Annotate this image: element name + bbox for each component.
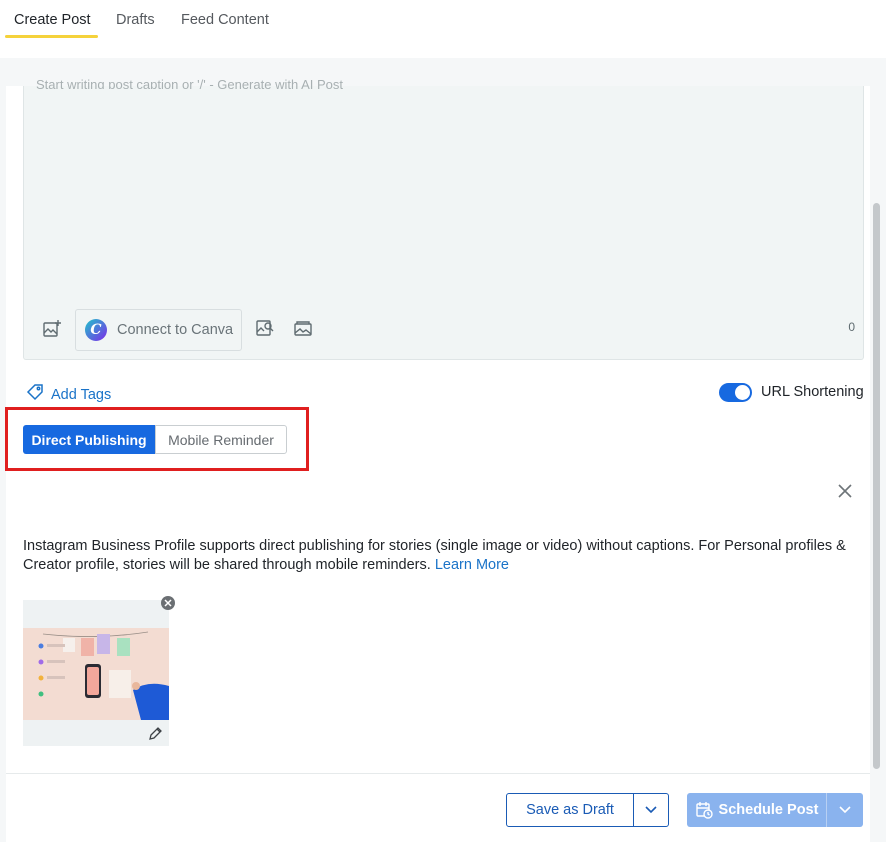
media-preview-image <box>23 628 169 720</box>
learn-more-link[interactable]: Learn More <box>435 557 509 573</box>
schedule-post-button[interactable]: Schedule Post <box>687 793 826 827</box>
chevron-down-icon <box>645 806 657 814</box>
close-icon <box>164 599 172 607</box>
character-count: 0 <box>848 320 855 334</box>
url-shortening-toggle[interactable] <box>719 383 752 402</box>
url-shortening-label: URL Shortening <box>761 384 864 400</box>
edit-media-icon[interactable] <box>148 726 163 741</box>
chevron-down-icon <box>839 806 851 814</box>
editor-placeholder: Start writing post caption or '/' - Gene… <box>36 77 343 89</box>
direct-publishing-button[interactable]: Direct Publishing <box>23 425 155 454</box>
add-tags-label: Add Tags <box>51 386 112 403</box>
caption-editor[interactable]: Start writing post caption or '/' - Gene… <box>23 77 864 360</box>
footer-divider <box>6 773 870 774</box>
connect-canva-button[interactable]: C Connect to Canva <box>75 309 242 351</box>
media-library-icon[interactable] <box>293 318 313 338</box>
tag-icon <box>25 382 45 407</box>
media-thumbnail[interactable] <box>23 600 169 746</box>
story-publishing-info: Instagram Business Profile supports dire… <box>23 537 868 574</box>
schedule-post-label: Schedule Post <box>718 802 819 818</box>
tab-feed-content[interactable]: Feed Content <box>181 12 269 28</box>
canva-logo-icon: C <box>85 319 107 341</box>
save-as-draft-button[interactable]: Save as Draft <box>506 793 634 827</box>
canva-button-label: Connect to Canva <box>117 322 234 338</box>
active-tab-indicator <box>5 35 98 38</box>
close-icon[interactable] <box>836 482 854 500</box>
tab-create-post[interactable]: Create Post <box>14 12 91 28</box>
tab-drafts[interactable]: Drafts <box>116 12 155 28</box>
tab-bar: Create Post Drafts Feed Content <box>0 0 886 58</box>
scrollbar-thumb[interactable] <box>873 203 880 769</box>
calendar-clock-icon <box>695 801 713 819</box>
save-draft-options-button[interactable] <box>633 793 669 827</box>
mobile-reminder-button[interactable]: Mobile Reminder <box>155 425 287 454</box>
remove-media-button[interactable] <box>161 596 175 610</box>
toggle-knob <box>735 385 750 400</box>
add-image-icon[interactable] <box>42 319 62 339</box>
image-search-icon[interactable] <box>255 318 275 338</box>
add-tags-link[interactable]: Add Tags <box>25 382 111 407</box>
schedule-options-button[interactable] <box>826 793 863 827</box>
